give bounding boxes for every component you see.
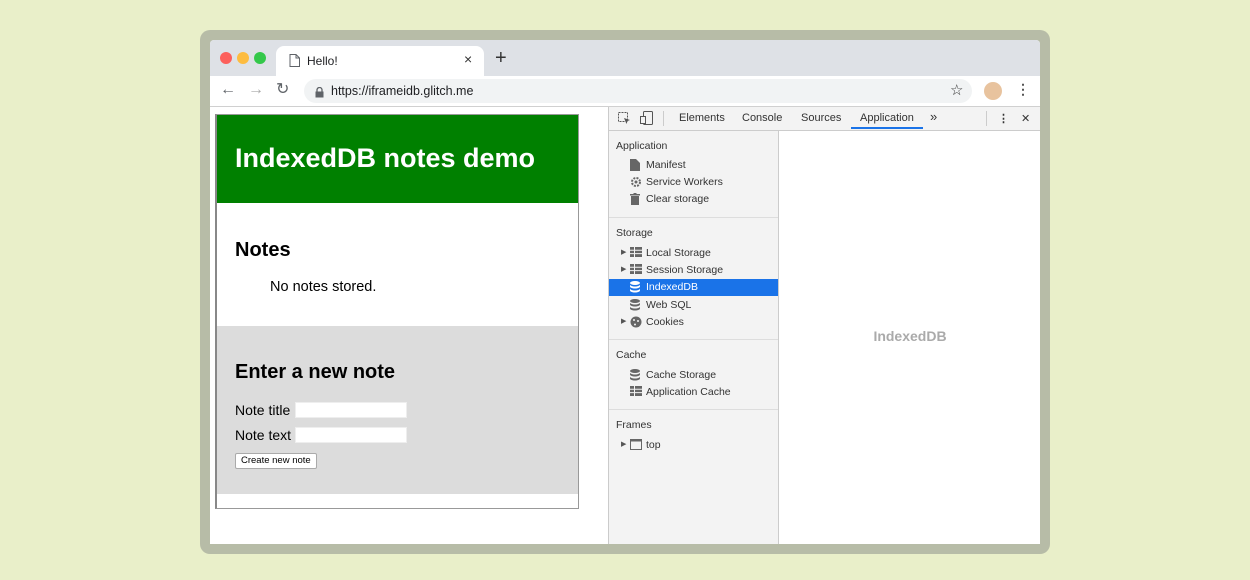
document-icon: [289, 54, 300, 72]
section-storage: Storage: [616, 227, 653, 239]
sidebar-item-label: Manifest: [646, 159, 686, 171]
tab-close-icon[interactable]: ×: [464, 51, 472, 67]
application-sidebar: Application Manifest Service Workers Cle…: [609, 131, 779, 544]
devtools-tabbar: Elements Console Sources Application » ⋮…: [609, 107, 1040, 131]
note-text-input[interactable]: [295, 427, 407, 443]
section-frames: Frames: [616, 419, 652, 431]
grid-icon: [630, 264, 642, 277]
tab-application[interactable]: Application: [851, 112, 923, 129]
expand-arrow-icon[interactable]: ▶: [621, 440, 626, 448]
empty-notes-message: No notes stored.: [270, 279, 377, 295]
devtools-close-icon[interactable]: ✕: [1021, 112, 1030, 125]
database-icon: [630, 281, 640, 296]
browser-window: Hello! × + ← → ↻ https://iframeidb.glitc…: [210, 40, 1040, 544]
minimize-window-dot[interactable]: [237, 52, 249, 64]
expand-arrow-icon[interactable]: ▶: [621, 265, 626, 273]
expand-arrow-icon[interactable]: ▶: [621, 317, 626, 325]
tab-title: Hello!: [307, 54, 338, 68]
tab-strip: Hello! × +: [210, 40, 1040, 76]
grid-icon: [630, 247, 642, 260]
sidebar-item-manifest[interactable]: Manifest: [609, 157, 778, 174]
tab-console[interactable]: Console: [742, 112, 782, 124]
hero-title: IndexedDB notes demo: [235, 143, 536, 173]
database-icon: [630, 299, 640, 314]
cookie-icon: [630, 316, 642, 331]
sidebar-item-label: Session Storage: [646, 264, 724, 276]
browser-toolbar: ← → ↻ https://iframeidb.glitch.me ☆ ⋮: [210, 76, 1040, 107]
reload-button[interactable]: ↻: [276, 80, 289, 100]
devtools-panel: Elements Console Sources Application » ⋮…: [608, 107, 1040, 544]
indexeddb-main-pane: IndexedDB: [779, 131, 1040, 544]
sidebar-item-label: Service Workers: [646, 176, 723, 188]
sidebar-item-label: Clear storage: [646, 193, 710, 205]
sidebar-item-label: Web SQL: [646, 299, 692, 311]
tab-sources[interactable]: Sources: [801, 112, 841, 124]
forward-button[interactable]: →: [248, 80, 264, 100]
hero-banner: IndexedDB notes demo: [217, 115, 578, 203]
section-cache: Cache: [616, 349, 647, 361]
browser-tab[interactable]: Hello! ×: [276, 46, 484, 76]
device-toolbar-icon[interactable]: [640, 111, 653, 130]
sidebar-item-clear-storage[interactable]: Clear storage: [609, 191, 778, 208]
more-tabs-icon[interactable]: »: [930, 109, 937, 124]
maximize-window-dot[interactable]: [254, 52, 266, 64]
main-placeholder-text: IndexedDB: [873, 328, 947, 344]
sidebar-item-cookies[interactable]: ▶ Cookies: [609, 314, 778, 331]
create-note-button[interactable]: Create new note: [235, 453, 317, 469]
sidebar-item-session-storage[interactable]: ▶ Session Storage: [609, 262, 778, 279]
expand-arrow-icon[interactable]: ▶: [621, 248, 626, 256]
database-icon: [630, 369, 640, 384]
sidebar-item-service-workers[interactable]: Service Workers: [609, 174, 778, 191]
section-divider: [609, 409, 778, 410]
new-note-form: Enter a new note Note title Note text Cr…: [217, 326, 578, 494]
sidebar-item-label: Local Storage: [646, 247, 711, 259]
gear-icon: [630, 176, 642, 191]
form-heading: Enter a new note: [235, 361, 396, 383]
sidebar-item-local-storage[interactable]: ▶ Local Storage: [609, 245, 778, 262]
frame-window-icon: [630, 439, 642, 453]
inspect-element-icon[interactable]: [618, 112, 631, 130]
note-title-label: Note title: [235, 402, 291, 418]
sidebar-item-indexeddb[interactable]: IndexedDB: [609, 279, 778, 296]
page-viewport: IndexedDB notes demo Notes No notes stor…: [210, 107, 608, 544]
note-text-label: Note text: [235, 427, 292, 443]
sidebar-item-label: top: [646, 439, 661, 451]
sidebar-item-label: IndexedDB: [646, 281, 698, 293]
trash-icon: [630, 193, 640, 208]
sidebar-item-top-frame[interactable]: ▶ top: [609, 437, 778, 454]
tab-elements[interactable]: Elements: [679, 112, 725, 124]
section-application: Application: [616, 140, 668, 152]
lock-icon: [315, 85, 324, 103]
new-tab-button[interactable]: +: [495, 48, 507, 68]
bookmark-star-icon[interactable]: ☆: [950, 81, 963, 99]
close-window-dot[interactable]: [220, 52, 232, 64]
sidebar-item-web-sql[interactable]: Web SQL: [609, 297, 778, 314]
demo-iframe: IndexedDB notes demo Notes No notes stor…: [215, 114, 579, 509]
manifest-file-icon: [630, 159, 640, 174]
toolbar-divider: [663, 111, 664, 126]
toolbar-divider: [986, 111, 987, 126]
sidebar-item-cache-storage[interactable]: Cache Storage: [609, 367, 778, 384]
notes-heading: Notes: [235, 239, 291, 261]
back-button[interactable]: ←: [220, 80, 236, 100]
grid-icon: [630, 386, 642, 399]
sidebar-item-label: Cookies: [646, 316, 684, 328]
devtools-menu-icon[interactable]: ⋮: [998, 112, 1009, 125]
sidebar-item-label: Cache Storage: [646, 369, 717, 381]
browser-menu-icon[interactable]: ⋮: [1016, 81, 1030, 98]
sidebar-item-label: Application Cache: [646, 386, 731, 398]
section-divider: [609, 217, 778, 218]
sidebar-item-application-cache[interactable]: Application Cache: [609, 384, 778, 401]
note-title-input[interactable]: [295, 402, 407, 418]
url-text[interactable]: https://iframeidb.glitch.me: [331, 84, 473, 98]
address-bar[interactable]: https://iframeidb.glitch.me ☆: [304, 79, 972, 103]
profile-avatar[interactable]: [984, 82, 1002, 100]
section-divider: [609, 339, 778, 340]
